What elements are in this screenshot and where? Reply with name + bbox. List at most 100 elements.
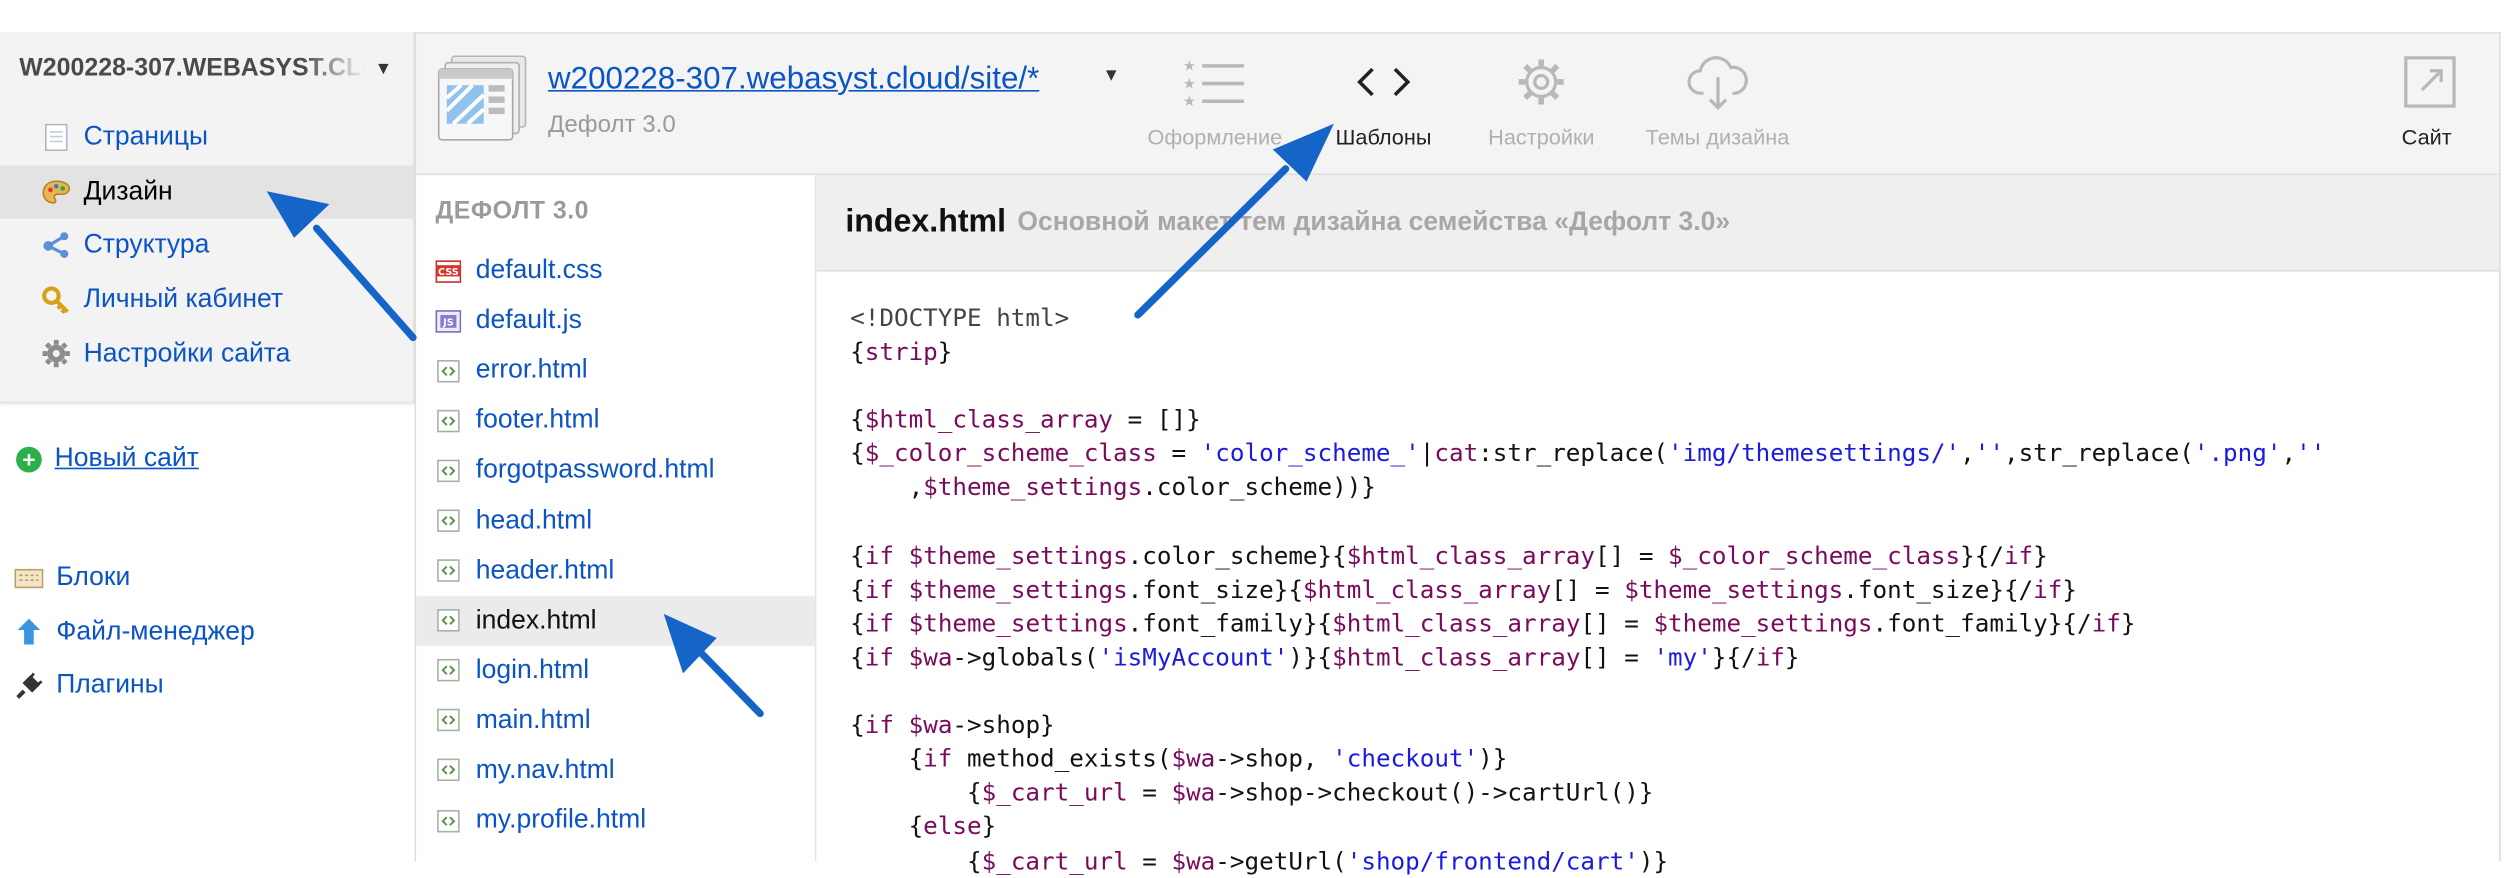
tool-label: Файл-менеджер [56, 616, 255, 646]
toolbar-site-button[interactable]: Сайт [2391, 53, 2462, 149]
site-name: W200228-307.WEBASYST.CLOUD [19, 54, 365, 82]
code-line: {if method_exists($wa->shop, 'checkout')… [850, 744, 1508, 774]
code-line: {strip} [850, 337, 953, 367]
file-js-icon: JS [435, 309, 462, 333]
plug-icon [14, 672, 43, 701]
file-item[interactable]: head.html [416, 496, 815, 546]
editor-header: index.html Основной макет тем дизайна се… [816, 175, 2500, 272]
sidebar-item-account[interactable]: Личный кабинет [0, 273, 413, 327]
tool-label: Плагины [56, 670, 164, 700]
file-item[interactable]: header.html [416, 546, 815, 596]
file-label: default.css [475, 255, 603, 285]
sidebar-item-label: Страницы [83, 122, 209, 152]
file-html-icon [437, 359, 460, 383]
sidebar-item-design[interactable]: Дизайн [0, 164, 414, 219]
tool-item-plugins[interactable]: Плагины [0, 659, 413, 713]
file-item[interactable]: JS default.js [416, 296, 815, 346]
code-editor[interactable]: <!DOCTYPE html> {strip} {$html_class_array… [850, 302, 2325, 878]
toolbar-label: Сайт [2401, 125, 2452, 150]
code-line: ,$theme_settings.color_scheme))} [850, 473, 1376, 503]
sidebar-item-label: Личный кабинет [83, 284, 284, 314]
file-item[interactable]: error.html [416, 346, 815, 396]
file-label: default.js [475, 305, 582, 335]
editor-file-description: Основной макет тем дизайна семейства «Де… [1017, 207, 1731, 237]
code-line: {else} [850, 812, 997, 842]
file-item[interactable]: my.nav.html [416, 746, 815, 796]
svg-text:CSS: CSS [438, 266, 459, 277]
caret-down-icon[interactable]: ▼ [375, 59, 393, 78]
toolbar-themes-button[interactable]: Темы дизайна [1646, 53, 1789, 149]
toolbar-label: Шаблоны [1335, 125, 1432, 150]
code-line: {$_cart_url = $wa->getUrl('shop/frontend… [850, 846, 1669, 876]
file-item[interactable]: CSS default.css [416, 246, 815, 296]
file-label: main.html [475, 705, 591, 735]
file-label: forgotpassword.html [475, 455, 715, 485]
file-label: index.html [475, 605, 597, 635]
file-html-icon [437, 559, 460, 582]
tools-list: Блоки Файл-менеджер Плагины [0, 551, 413, 713]
site-switcher[interactable]: W200228-307.WEBASYST.CLOUD ▼ [19, 55, 392, 84]
code-line: {$_color_scheme_class = 'color_scheme_'|… [850, 439, 2326, 469]
plus-icon: + [16, 445, 42, 472]
file-label: header.html [475, 555, 615, 585]
toolbar-settings-button[interactable]: Настройки [1488, 53, 1595, 149]
blocks-icon [14, 564, 44, 593]
upload-icon [14, 618, 43, 647]
tool-label: Блоки [56, 562, 131, 592]
palette-icon [42, 177, 71, 206]
file-html-icon [437, 809, 460, 832]
code-line: {$_cart_url = $wa->shop->checkout()->car… [850, 778, 1654, 808]
file-list: CSS default.css JS default.js error.html foot… [416, 246, 815, 846]
file-item[interactable]: footer.html [416, 396, 815, 446]
gear-icon [42, 339, 71, 368]
sidebar: W200228-307.WEBASYST.CLOUD ▼ Страницы Ди… [0, 32, 415, 404]
tool-item-file-manager[interactable]: Файл-менеджер [0, 605, 413, 659]
svg-text:★: ★ [1183, 76, 1196, 92]
sidebar-item-pages[interactable]: Страницы [0, 111, 413, 165]
site-url-link[interactable]: w200228-307.webasyst.cloud/site/* [548, 61, 1039, 98]
file-label: error.html [475, 355, 588, 385]
sidebar-item-label: Дизайн [83, 176, 173, 206]
code-line: {if $theme_settings.color_scheme}{$html_… [850, 541, 2048, 570]
file-html-icon [437, 409, 460, 433]
sidebar-item-label: Структура [83, 230, 210, 260]
file-item[interactable]: forgotpassword.html [416, 446, 815, 496]
file-item[interactable]: my.profile.html [416, 796, 815, 846]
file-html-icon [437, 709, 460, 732]
file-label: my.profile.html [475, 805, 647, 835]
design-list-icon: ★★★ [1183, 59, 1244, 110]
caret-down-icon[interactable]: ▼ [1102, 66, 1120, 85]
file-label: footer.html [475, 405, 600, 435]
sidebar-item-label: Настройки сайта [83, 338, 291, 368]
code-line: <!DOCTYPE html> [850, 303, 1070, 333]
code-line: {if $wa->globals('isMyAccount')}{$html_c… [850, 642, 1800, 672]
sidebar-item-site-settings[interactable]: Настройки сайта [0, 327, 413, 381]
file-html-icon [437, 459, 460, 483]
editor-file-title: index.html [845, 204, 1007, 240]
file-label: my.nav.html [475, 755, 615, 785]
toolbar-label: Оформление [1147, 125, 1283, 150]
toolbar-design-button[interactable]: ★ ★ ★ Оформление [1147, 53, 1283, 150]
file-item[interactable]: main.html [416, 696, 815, 746]
file-item[interactable]: index.html [416, 595, 815, 646]
sidebar-item-structure[interactable]: Структура [0, 219, 413, 273]
tool-item-blocks[interactable]: Блоки [0, 551, 413, 605]
toolbar-templates-button[interactable]: Шаблоны [1335, 53, 1432, 150]
code-brackets-icon [1356, 67, 1411, 97]
theme-name: Дефолт 3.0 [548, 110, 676, 139]
svg-text:★: ★ [1183, 94, 1196, 110]
svg-text:★: ★ [1183, 59, 1196, 75]
gear-icon [1518, 59, 1564, 105]
code-line: {if $theme_settings.font_size}{$html_cla… [850, 574, 2078, 604]
new-site-label: Новый сайт [54, 443, 199, 473]
code-line: {if $theme_settings.font_family}{$html_c… [850, 608, 2136, 638]
main-panel: w200228-307.webasyst.cloud/site/* ▼ Дефо… [414, 32, 2501, 875]
page-icon [42, 123, 71, 152]
file-list-heading: ДЕФОЛТ 3.0 [435, 197, 589, 225]
site-toolbar: w200228-307.webasyst.cloud/site/* ▼ Дефо… [416, 33, 2500, 176]
file-item[interactable]: login.html [416, 646, 815, 696]
new-site-link[interactable]: + Новый сайт [16, 444, 199, 475]
